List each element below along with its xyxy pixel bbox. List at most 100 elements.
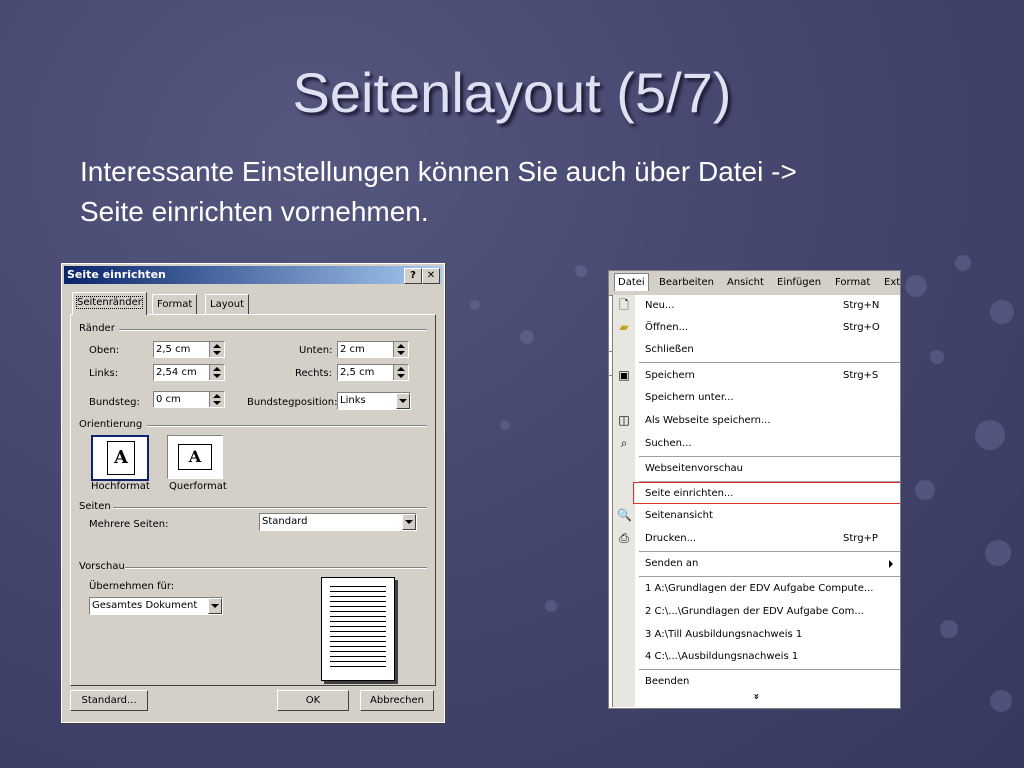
menu-item-print[interactable]: ⎙ Drucken... Strg+P — [613, 528, 900, 550]
background-dot — [915, 480, 935, 500]
help-button[interactable]: ? — [404, 268, 422, 284]
menu-item-save-as[interactable]: Speichern unter... — [613, 387, 900, 409]
background-dot — [985, 540, 1011, 566]
menu-item-print-preview[interactable]: 🔍 Seitenansicht — [613, 505, 900, 527]
menu-bearbeiten[interactable]: Bearbeiten — [659, 277, 714, 288]
right-margin-field[interactable]: 2,5 cm — [337, 364, 409, 381]
spinner-arrows-icon[interactable] — [393, 342, 408, 357]
tab-margins[interactable]: Seitenränder — [72, 292, 147, 315]
left-margin-value: 2,54 cm — [156, 367, 197, 378]
menu-format[interactable]: Format — [835, 277, 870, 288]
menu-separator — [639, 576, 900, 577]
landscape-label[interactable]: Querformat — [169, 481, 227, 492]
menu-extras[interactable]: Ext — [884, 277, 900, 288]
web-save-icon: ◫ — [618, 413, 630, 427]
gutter-position-label: Bundstegposition: — [247, 397, 338, 408]
file-dropdown-menu: 🗋 Neu... Strg+N ▰ Öffnen... Strg+O Schli… — [612, 295, 900, 707]
menu-item-page-setup[interactable]: Seite einrichten... — [633, 482, 900, 504]
menu-separator — [639, 551, 900, 552]
left-margin-field[interactable]: 2,54 cm — [153, 364, 225, 381]
preview-text-line — [330, 616, 386, 617]
multiple-pages-label: Mehrere Seiten: — [89, 519, 169, 530]
pages-section-label: Seiten — [79, 501, 111, 512]
menu-item-send-to[interactable]: Senden an — [613, 553, 900, 575]
tab-format[interactable]: Format — [152, 294, 198, 314]
menu-separator — [639, 456, 900, 457]
page-setup-dialog: Seite einrichten ? ✕ Seitenränder Format… — [61, 263, 445, 723]
preview-text-line — [330, 666, 386, 667]
background-dot — [940, 620, 958, 638]
preview-text-line — [330, 631, 386, 632]
preview-text-line — [330, 661, 386, 662]
menu-item-recent-4[interactable]: 4 C:\...\Ausbildungsnachweis 1 — [613, 646, 900, 668]
menu-item-save-as-web[interactable]: ◫ Als Webseite speichern... — [613, 410, 900, 432]
menu-item-label: Webseitenvorschau — [645, 463, 744, 474]
dropdown-arrow-icon[interactable] — [402, 514, 416, 530]
menu-item-recent-2[interactable]: 2 C:\...\Grundlagen der EDV Aufgabe Com.… — [613, 601, 900, 623]
menu-datei[interactable]: Datei — [614, 273, 649, 291]
portrait-option[interactable]: A — [91, 435, 149, 481]
gutter-position-select[interactable]: Links — [337, 392, 411, 410]
background-dot — [955, 255, 971, 271]
new-document-icon: 🗋 — [619, 298, 629, 312]
preview-text-line — [330, 611, 386, 612]
spinner-arrows-icon[interactable] — [393, 365, 408, 380]
background-dot — [470, 300, 480, 310]
cancel-button[interactable]: Abbrechen — [360, 690, 434, 711]
menu-item-shortcut: Strg+P — [843, 533, 878, 544]
background-dot — [975, 420, 1005, 450]
subtitle-line-1: Interessante Einstellungen können Sie au… — [80, 156, 797, 187]
menu-einfuegen[interactable]: Einfügen — [777, 277, 821, 288]
background-dot — [905, 275, 927, 297]
gutter-label: Bundsteg: — [89, 397, 140, 408]
menu-item-new[interactable]: 🗋 Neu... Strg+N — [613, 295, 900, 317]
landscape-option[interactable]: A — [167, 435, 223, 479]
menu-item-recent-3[interactable]: 3 A:\Till Ausbildungsnachweis 1 — [613, 624, 900, 646]
menu-item-search[interactable]: ⌕ Suchen... — [613, 433, 900, 455]
tab-layout[interactable]: Layout — [205, 294, 249, 314]
bottom-margin-field[interactable]: 2 cm — [337, 341, 409, 358]
menu-item-exit[interactable]: Beenden — [613, 671, 900, 693]
menu-item-open[interactable]: ▰ Öffnen... Strg+O — [613, 317, 900, 339]
multiple-pages-select[interactable]: Standard — [259, 513, 417, 531]
gutter-position-value: Links — [340, 395, 366, 406]
menu-item-label: Öffnen... — [645, 322, 689, 333]
dropdown-arrow-icon[interactable] — [396, 393, 410, 409]
menu-item-save[interactable]: ▣ Speichern Strg+S — [613, 365, 900, 387]
save-disk-icon: ▣ — [618, 368, 630, 382]
close-button[interactable]: ✕ — [422, 268, 440, 284]
slide-title: Seitenlayout (5/7) — [292, 61, 732, 124]
menu-item-recent-1[interactable]: 1 A:\Grundlagen der EDV Aufgabe Compute.… — [613, 578, 900, 600]
margins-section-label: Ränder — [79, 323, 115, 334]
spinner-arrows-icon[interactable] — [209, 365, 224, 380]
preview-text-line — [330, 626, 386, 627]
print-preview-icon: 🔍 — [617, 508, 632, 522]
preview-text-line — [330, 586, 386, 587]
menu-item-label: Schließen — [645, 344, 694, 355]
menu-item-web-preview[interactable]: Webseitenvorschau — [613, 458, 900, 480]
expand-menu-icon[interactable]: » — [751, 693, 762, 699]
portrait-label[interactable]: Hochformat — [91, 481, 150, 492]
top-margin-field[interactable]: 2,5 cm — [153, 341, 225, 358]
menu-item-label: Drucken... — [645, 533, 697, 544]
menu-item-shortcut: Strg+N — [843, 300, 880, 311]
ok-button[interactable]: OK — [277, 690, 349, 711]
section-divider — [125, 567, 427, 569]
file-menu-screenshot: Datei Bearbeiten Ansicht Einfügen Format… — [608, 270, 901, 709]
gutter-field[interactable]: 0 cm — [153, 391, 225, 408]
menu-item-label: Seite einrichten... — [645, 488, 734, 499]
menu-ansicht[interactable]: Ansicht — [727, 277, 764, 288]
spinner-arrows-icon[interactable] — [209, 392, 224, 407]
background-dot — [575, 265, 587, 277]
preview-text-line — [330, 596, 386, 597]
menu-item-label: Als Webseite speichern... — [645, 415, 771, 426]
default-button[interactable]: Standard... — [70, 690, 148, 711]
submenu-arrow-icon — [889, 560, 893, 568]
background-dot — [500, 420, 510, 430]
preview-text-line — [330, 646, 386, 647]
dropdown-arrow-icon[interactable] — [208, 598, 222, 614]
menu-item-close[interactable]: Schließen — [613, 339, 900, 361]
apply-to-select[interactable]: Gesamtes Dokument — [89, 597, 223, 615]
preview-section-label: Vorschau — [79, 561, 125, 572]
spinner-arrows-icon[interactable] — [209, 342, 224, 357]
